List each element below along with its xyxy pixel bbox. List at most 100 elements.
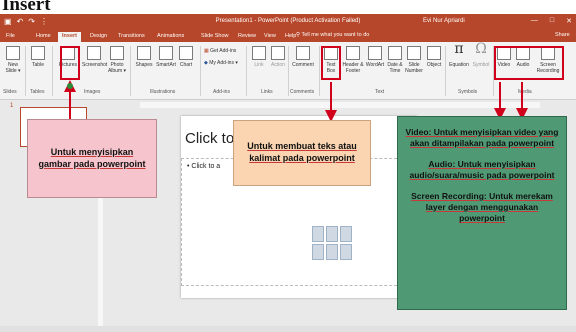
insert-table-icon[interactable]	[312, 226, 324, 242]
shapes-icon	[137, 46, 151, 60]
comment-button[interactable]: Comment	[289, 46, 317, 68]
action-button[interactable]: Action	[268, 46, 288, 68]
wordart-button[interactable]: WordArt	[364, 46, 386, 68]
header-footer-button[interactable]: Header & Footer	[342, 46, 364, 74]
new-slide-button[interactable]: New Slide ▾	[3, 46, 23, 74]
symbol-button[interactable]: Ω Symbol	[471, 41, 491, 68]
tab-view[interactable]: View	[264, 32, 276, 42]
group-separator	[200, 46, 201, 96]
screen-recording-callout-text: Screen Recording: Untuk merekam layer de…	[411, 191, 553, 224]
close-icon[interactable]: ✕	[566, 17, 572, 25]
group-label-links: Links	[261, 89, 273, 95]
insert-online-picture-icon[interactable]	[326, 244, 338, 260]
wordart-label: WordArt	[365, 62, 385, 68]
shapes-button[interactable]: Shapes	[134, 46, 154, 68]
date-time-label: Date & Time	[387, 62, 403, 74]
group-separator	[246, 46, 247, 96]
group-separator	[445, 46, 446, 96]
ribbon: New Slide ▾ Table Pictures Screenshot Ph…	[0, 42, 576, 100]
window-controls: — □ ✕	[531, 17, 572, 25]
ribbon-tabs: File Home Insert Design Transitions Anim…	[0, 30, 576, 42]
action-label: Action	[271, 62, 285, 68]
screenshot-label: Screenshot	[82, 62, 108, 68]
insert-picture-icon[interactable]	[312, 244, 324, 260]
comment-icon	[296, 46, 310, 60]
slide-number-icon	[407, 46, 421, 60]
insert-chart-icon[interactable]	[326, 226, 338, 242]
table-button[interactable]: Table	[28, 46, 48, 68]
shapes-label: Shapes	[135, 62, 153, 68]
date-time-button[interactable]: Date & Time	[386, 46, 404, 74]
group-label-media: Media	[518, 89, 532, 95]
get-add-ins-label: Get Add-ins	[210, 48, 237, 54]
audio-callout-text: Audio: Untuk menyisipkan audio/suara/mus…	[409, 159, 555, 181]
screenshot-icon	[87, 46, 101, 60]
user-name[interactable]: Evi Nur Apriardi	[423, 18, 465, 24]
get-add-ins-button[interactable]: ▦ Get Add-ins	[204, 48, 238, 54]
content-placeholder-text: • Click to a	[187, 163, 221, 170]
minimize-icon[interactable]: —	[531, 17, 538, 25]
equation-button[interactable]: π Equation	[447, 41, 471, 68]
photo-album-button[interactable]: Photo Album ▾	[107, 46, 127, 74]
status-bar	[0, 326, 576, 332]
smartart-button[interactable]: SmartArt	[155, 46, 177, 68]
share-button[interactable]: Share	[555, 32, 570, 38]
screenshot-button[interactable]: Screenshot	[82, 46, 108, 68]
tab-help[interactable]: Help	[285, 32, 296, 42]
maximize-icon[interactable]: □	[550, 17, 554, 25]
insert-smartart-icon[interactable]	[340, 226, 352, 242]
tab-insert[interactable]: Insert	[58, 32, 81, 42]
tab-slide-show[interactable]: Slide Show	[201, 32, 229, 42]
group-label-illustrations: Illustrations	[150, 89, 176, 95]
text-box-callout: Untuk membuat teks atau kalimat pada pow…	[233, 120, 371, 186]
slide-number-button[interactable]: Slide Number	[404, 46, 424, 74]
my-add-ins-label: My Add-ins ▾	[209, 60, 238, 66]
object-button[interactable]: Object	[424, 46, 444, 68]
chart-label: Chart	[179, 62, 193, 68]
chart-icon	[179, 46, 193, 60]
object-label: Object	[426, 62, 442, 68]
tab-transitions[interactable]: Transitions	[118, 32, 145, 42]
table-icon	[31, 46, 45, 60]
pictures-highlight	[60, 46, 80, 80]
header-footer-icon	[346, 46, 360, 60]
tab-review[interactable]: Review	[238, 32, 256, 42]
omega-icon: Ω	[475, 41, 487, 57]
insert-video-icon[interactable]	[340, 244, 352, 260]
tab-home[interactable]: Home	[36, 32, 51, 42]
link-button[interactable]: Link	[250, 46, 268, 68]
tab-file[interactable]: File	[6, 32, 15, 42]
group-separator	[130, 46, 131, 96]
date-time-icon	[388, 46, 402, 60]
my-add-ins-button[interactable]: ◆ My Add-ins ▾	[204, 60, 242, 66]
tell-me-box[interactable]: ⚲ Tell me what you want to do	[296, 32, 369, 38]
text-box-highlight	[321, 46, 341, 80]
slide-number: 1	[10, 103, 14, 109]
smartart-icon	[159, 46, 173, 60]
horizontal-ruler	[140, 102, 540, 108]
object-icon	[427, 46, 441, 60]
tell-me-label: Tell me what you want to do	[301, 32, 370, 38]
new-slide-label: New Slide ▾	[5, 62, 21, 74]
pictures-callout: Untuk menyisipkan gambar pada powerpoint	[27, 119, 157, 198]
pi-icon: π	[454, 41, 464, 57]
group-separator	[52, 46, 53, 96]
tab-animations[interactable]: Animations	[157, 32, 184, 42]
table-label: Table	[32, 62, 44, 68]
group-label-images: Images	[84, 89, 101, 95]
photo-album-icon	[110, 46, 124, 60]
group-label-slides: Slides	[3, 89, 17, 95]
group-label-comments: Comments	[290, 89, 315, 95]
document-title: Presentation1 - PowerPoint (Product Acti…	[215, 18, 361, 24]
link-icon	[252, 46, 266, 60]
media-highlight	[494, 46, 564, 80]
group-separator	[25, 46, 26, 96]
tab-design[interactable]: Design	[90, 32, 107, 42]
pictures-callout-text: Untuk menyisipkan gambar pada powerpoint	[38, 146, 146, 169]
wordart-icon	[368, 46, 382, 60]
header-footer-label: Header & Footer	[342, 62, 364, 74]
symbol-label: Symbol	[472, 62, 490, 68]
chart-button[interactable]: Chart	[177, 46, 195, 68]
smartart-label: SmartArt	[156, 62, 176, 68]
group-label-text: Text	[375, 89, 385, 95]
